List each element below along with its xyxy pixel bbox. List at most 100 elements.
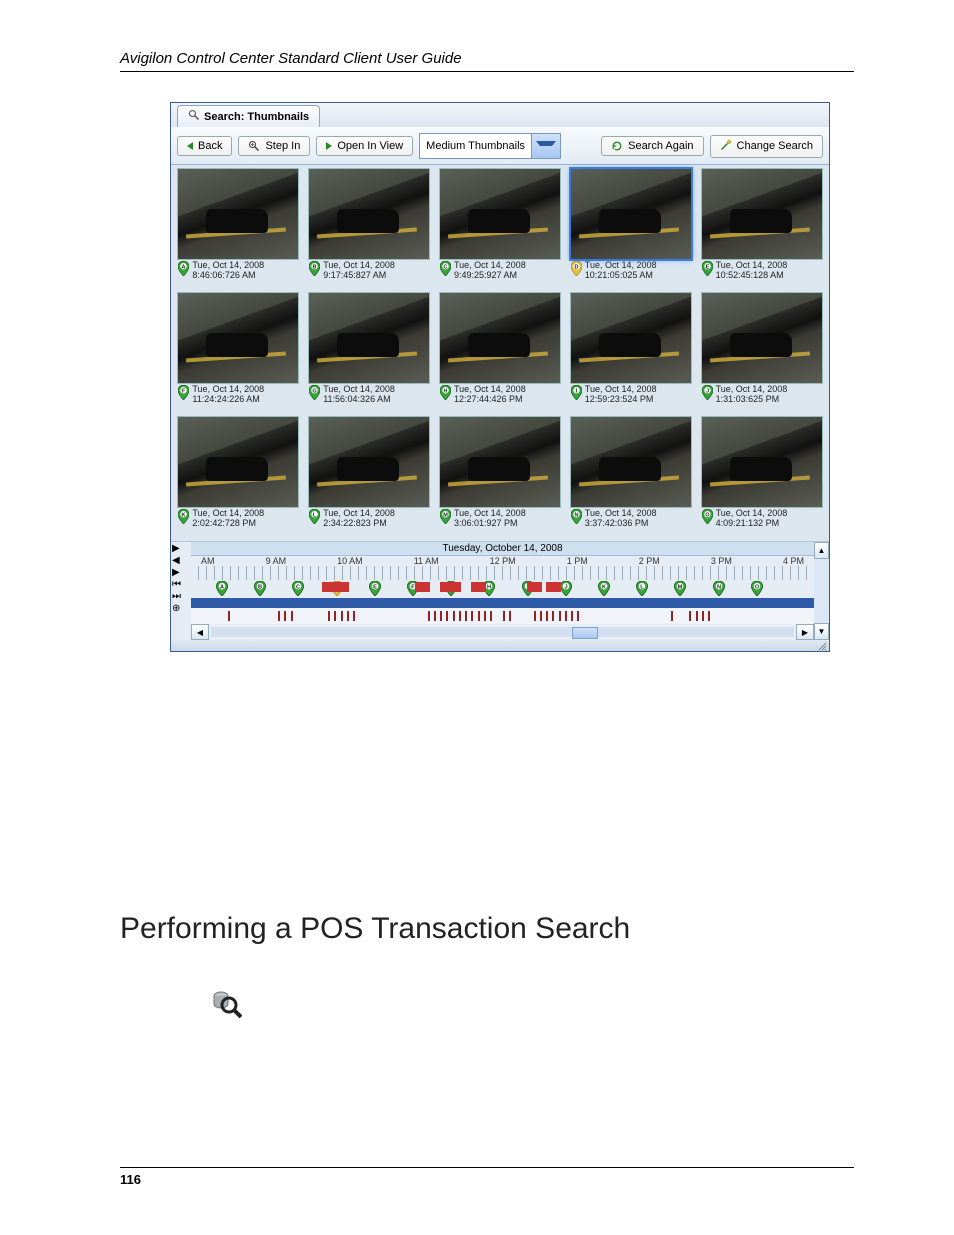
thumbnail-size-value: Medium Thumbnails <box>420 137 531 155</box>
arrow-left-icon <box>187 142 193 150</box>
thumbnail-i[interactable]: I Tue, Oct 14, 200812:59:23:524 PM <box>567 293 694 413</box>
svg-text:O: O <box>705 513 710 519</box>
thumbnail-f[interactable]: F Tue, Oct 14, 200811:24:24:226 AM <box>175 293 302 413</box>
timeline-marker-l[interactable]: L <box>636 581 648 596</box>
thumbnail-l[interactable]: L Tue, Oct 14, 20082:34:22:823 PM <box>306 417 433 537</box>
thumbnail-image <box>440 169 560 259</box>
pin-icon: M <box>440 509 451 524</box>
svg-text:H: H <box>487 585 491 591</box>
timeline-marker-a[interactable]: A <box>216 581 228 596</box>
scroll-up-button[interactable]: ▲ <box>814 542 829 559</box>
svg-text:K: K <box>602 585 606 591</box>
svg-text:B: B <box>313 265 317 271</box>
scroll-left-button[interactable]: ◀ <box>191 624 209 640</box>
svg-text:A: A <box>182 265 186 271</box>
search-again-label: Search Again <box>628 140 693 152</box>
timeline-hours: AM9 AM10 AM11 AM12 PM1 PM2 PM3 PM4 PM <box>191 556 814 566</box>
svg-text:J: J <box>564 585 567 591</box>
pos-search-icon <box>210 986 242 1018</box>
pin-icon: F <box>178 385 189 400</box>
thumbnail-e[interactable]: E Tue, Oct 14, 200810:52:45:128 AM <box>698 169 825 289</box>
step-in-button[interactable]: Step In <box>238 136 310 156</box>
thumbnail-j[interactable]: J Tue, Oct 14, 20081:31:03:625 PM <box>698 293 825 413</box>
pin-icon: J <box>702 385 713 400</box>
timeline-marker-b[interactable]: B <box>254 581 266 596</box>
change-search-button[interactable]: Change Search <box>710 135 823 158</box>
pin-icon: E <box>702 261 713 276</box>
thumbnail-caption: F Tue, Oct 14, 200811:24:24:226 AM <box>178 385 298 405</box>
thumbnail-image <box>309 169 429 259</box>
scroll-handle[interactable] <box>572 627 598 639</box>
refresh-icon <box>611 140 623 152</box>
search-again-button[interactable]: Search Again <box>601 136 703 156</box>
back-button[interactable]: Back <box>177 136 232 156</box>
scroll-down-button[interactable]: ▼ <box>814 623 829 640</box>
svg-text:J: J <box>706 389 709 395</box>
zoom-timeline-button[interactable]: ⊕ <box>172 603 190 614</box>
thumbnail-caption: D Tue, Oct 14, 200810:21:05:025 AM <box>571 261 691 281</box>
timeline-marker-e[interactable]: E <box>369 581 381 596</box>
thumbnail-k[interactable]: K Tue, Oct 14, 20082:02:42:728 PM <box>175 417 302 537</box>
timeline-v-scrollbar[interactable]: ▲ ▼ <box>814 542 829 640</box>
timeline-marker-j[interactable]: J <box>560 581 572 596</box>
timeline-selection-bar[interactable] <box>191 598 814 608</box>
resize-grip[interactable] <box>171 640 829 651</box>
section-heading: Performing a POS Transaction Search <box>120 912 854 946</box>
jump-start-button[interactable]: ⏮ <box>172 579 190 590</box>
timeline-controls-left: ▶ ◀ ▶ ⏮ ⏭ ⊕ <box>171 542 191 640</box>
timeline-marker-k[interactable]: K <box>598 581 610 596</box>
thumbnail-caption: K Tue, Oct 14, 20082:02:42:728 PM <box>178 509 298 529</box>
thumbnail-a[interactable]: A Tue, Oct 14, 20088:46:06:726 AM <box>175 169 302 289</box>
play-button[interactable]: ▶ <box>172 543 190 554</box>
svg-text:N: N <box>717 585 721 591</box>
back-label: Back <box>198 140 222 152</box>
thumbnail-caption: N Tue, Oct 14, 20083:37:42:036 PM <box>571 509 691 529</box>
thumbnail-c[interactable]: C Tue, Oct 14, 20089:49:25:927 AM <box>437 169 564 289</box>
thumbnail-n[interactable]: N Tue, Oct 14, 20083:37:42:036 PM <box>567 417 694 537</box>
scroll-track[interactable] <box>211 627 794 637</box>
jump-end-button[interactable]: ⏭ <box>172 591 190 602</box>
thumbnail-o[interactable]: O Tue, Oct 14, 20084:09:21:132 PM <box>698 417 825 537</box>
thumbnail-image <box>440 417 560 507</box>
thumbnail-caption: O Tue, Oct 14, 20084:09:21:132 PM <box>702 509 822 529</box>
tab-search-thumbnails[interactable]: Search: Thumbnails <box>177 105 320 127</box>
svg-text:A: A <box>220 585 224 591</box>
pin-icon: N <box>571 509 582 524</box>
running-header: Avigilon Control Center Standard Client … <box>120 50 854 72</box>
svg-text:K: K <box>182 513 186 519</box>
svg-text:M: M <box>678 585 683 591</box>
scroll-right-button[interactable]: ▶ <box>796 624 814 640</box>
step-fwd-button[interactable]: ▶ <box>172 567 190 578</box>
timeline-ticks[interactable] <box>191 566 814 580</box>
svg-text:B: B <box>258 585 262 591</box>
svg-text:H: H <box>443 389 447 395</box>
thumbnail-caption: G Tue, Oct 14, 200811:56:04:326 AM <box>309 385 429 405</box>
step-back-button[interactable]: ◀ <box>172 555 190 566</box>
thumbnail-b[interactable]: B Tue, Oct 14, 20089:17:45:827 AM <box>306 169 433 289</box>
tab-bar: Search: Thumbnails <box>171 103 829 127</box>
timeline-h-scrollbar[interactable]: ◀ ▶ <box>191 624 814 640</box>
svg-text:E: E <box>373 585 377 591</box>
thumbnail-caption: M Tue, Oct 14, 20083:06:01:927 PM <box>440 509 560 529</box>
toolbar: Back Step In Open In View Medium Thumbna… <box>171 127 829 165</box>
open-in-view-button[interactable]: Open In View <box>316 136 413 156</box>
open-in-view-label: Open In View <box>337 140 403 152</box>
pin-icon: D <box>571 261 582 276</box>
pin-icon: L <box>309 509 320 524</box>
svg-text:M: M <box>443 513 448 519</box>
thumbnail-d[interactable]: D Tue, Oct 14, 200810:21:05:025 AM <box>567 169 694 289</box>
thumbnail-h[interactable]: H Tue, Oct 14, 200812:27:44:426 PM <box>437 293 564 413</box>
timeline-markers[interactable]: ABCDEFGHIJKLMNO <box>191 580 814 598</box>
thumbnail-caption: A Tue, Oct 14, 20088:46:06:726 AM <box>178 261 298 281</box>
thumbnail-image <box>702 293 822 383</box>
timeline-marker-o[interactable]: O <box>751 581 763 596</box>
timeline-marker-c[interactable]: C <box>292 581 304 596</box>
thumbnail-m[interactable]: M Tue, Oct 14, 20083:06:01:927 PM <box>437 417 564 537</box>
thumbnail-g[interactable]: G Tue, Oct 14, 200811:56:04:326 AM <box>306 293 433 413</box>
zoom-in-icon <box>248 140 260 152</box>
timeline-marker-m[interactable]: M <box>674 581 686 596</box>
thumbnail-size-select[interactable]: Medium Thumbnails <box>419 133 561 159</box>
timeline-marker-n[interactable]: N <box>713 581 725 596</box>
svg-text:C: C <box>443 265 447 271</box>
wand-icon <box>720 139 732 154</box>
